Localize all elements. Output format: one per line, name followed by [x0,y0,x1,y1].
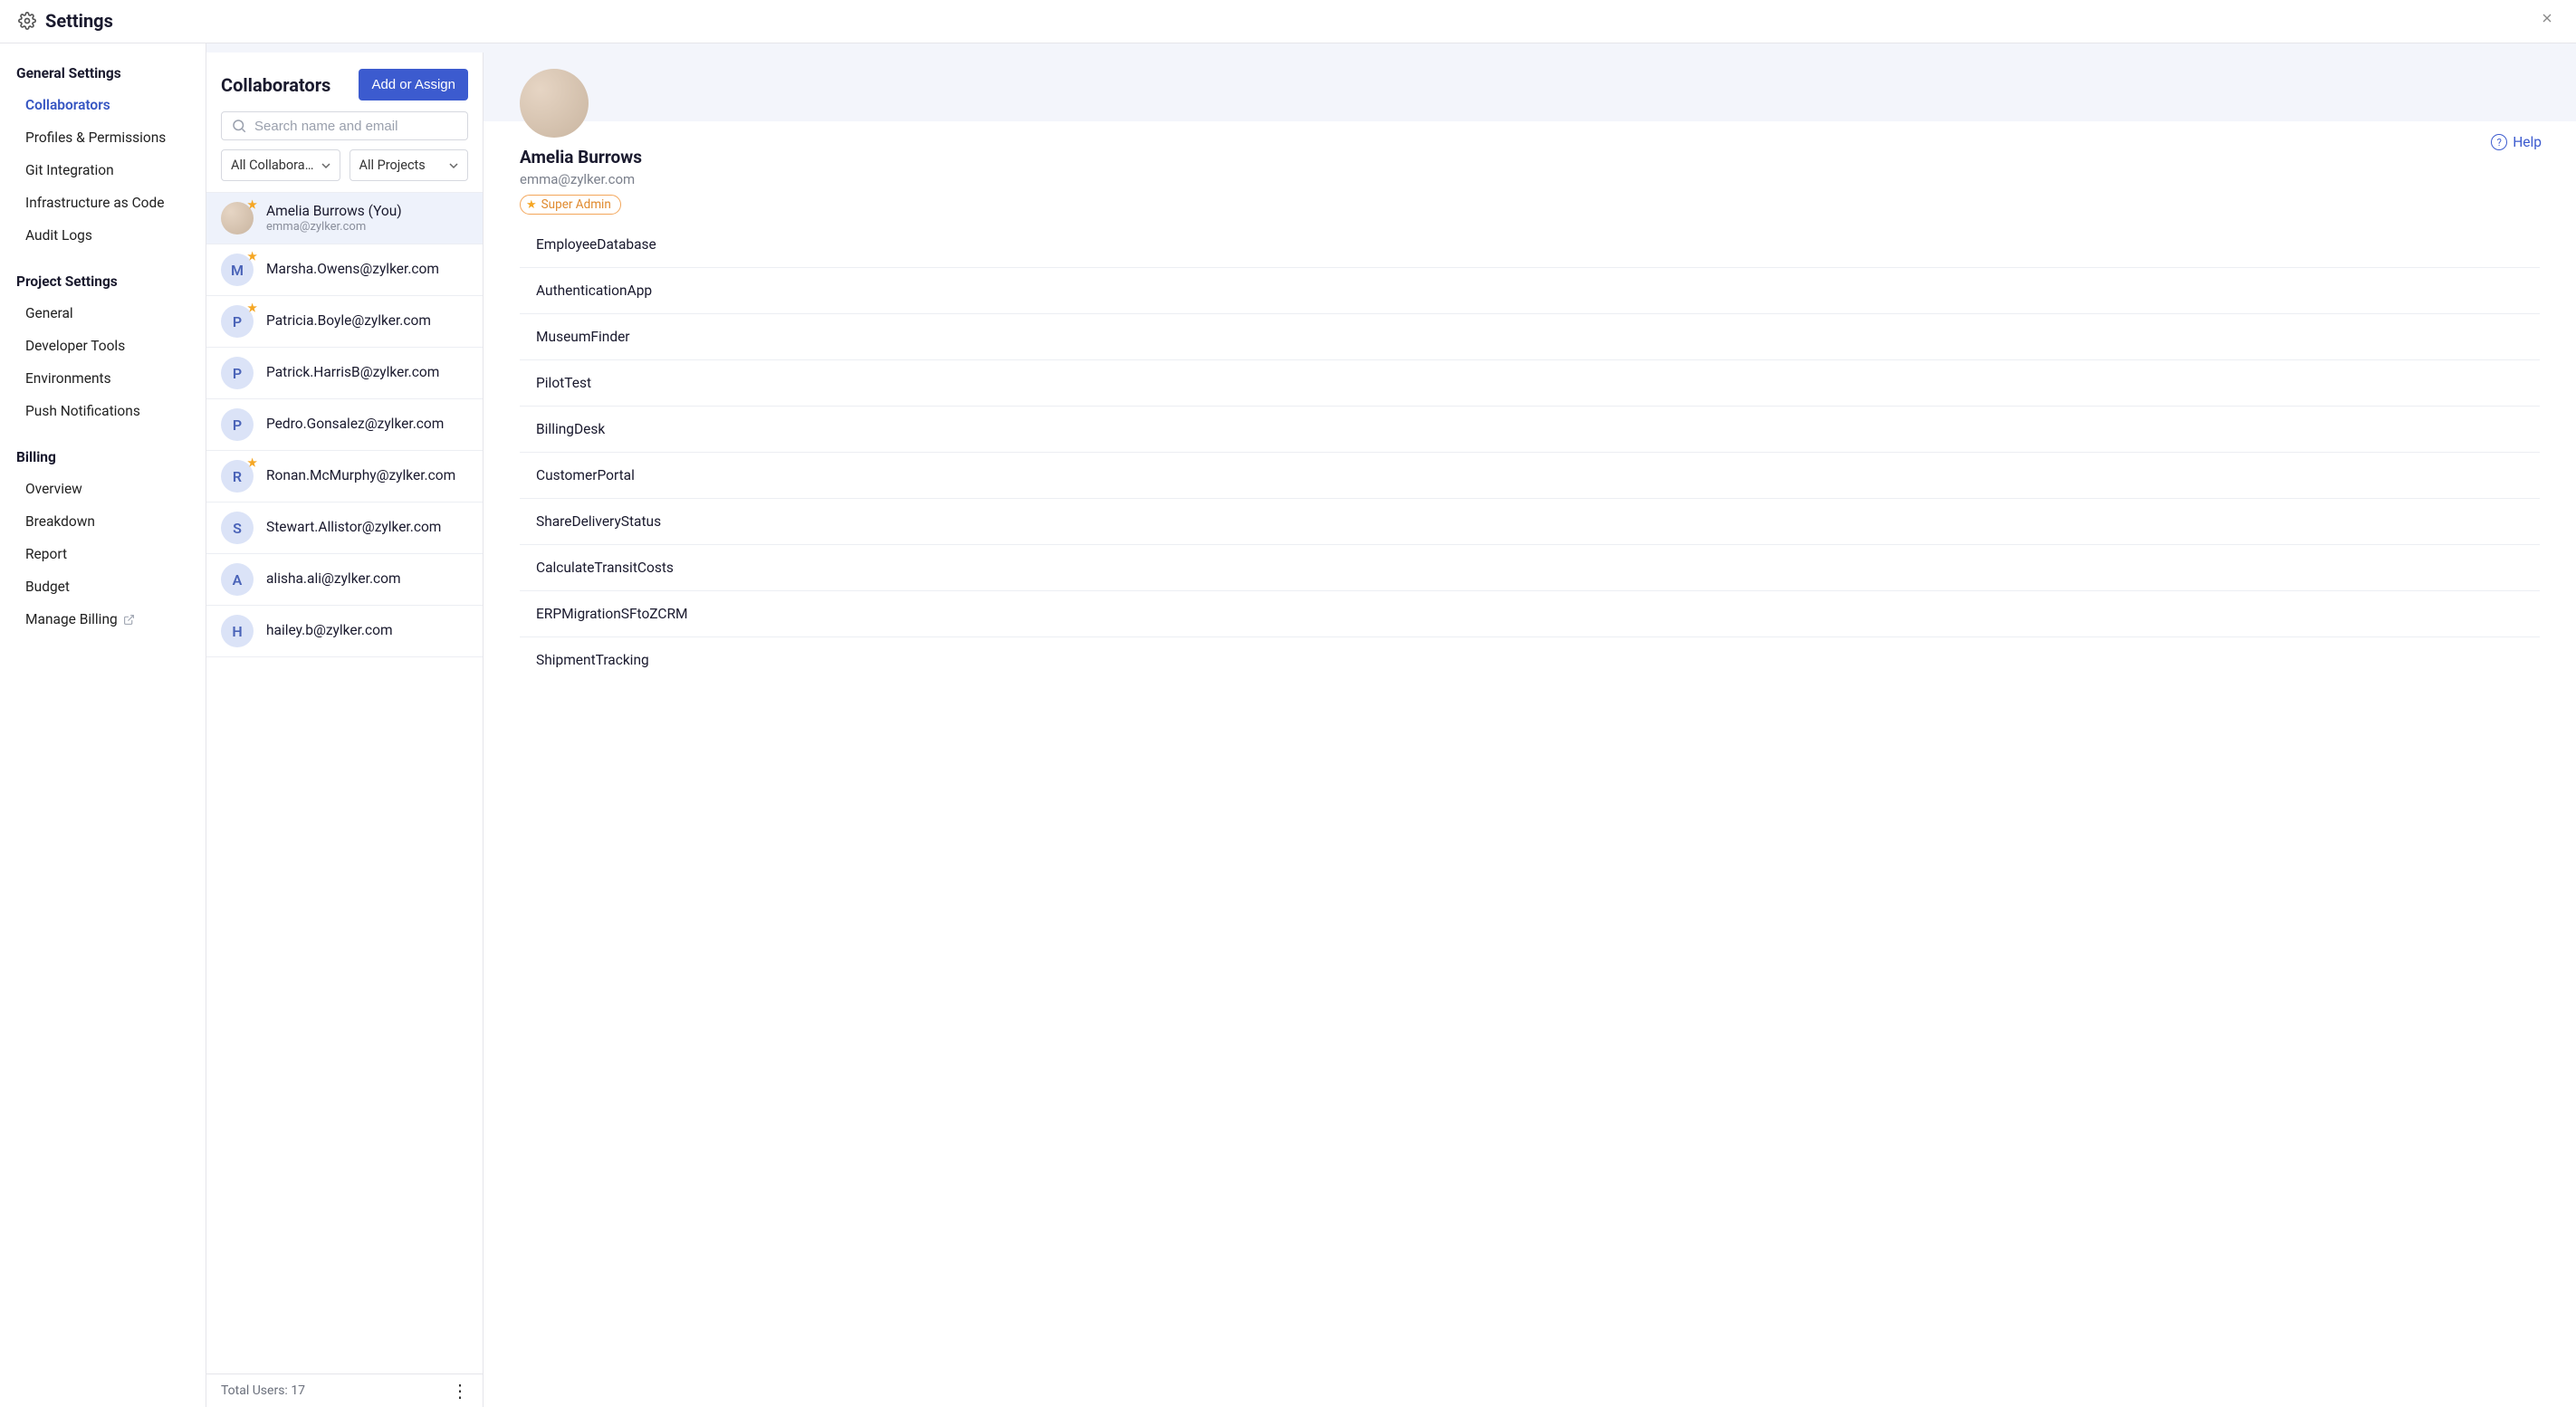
collaborator-row[interactable]: P★ Patricia.Boyle@zylker.com [206,296,483,348]
collaborators-title: Collaborators [221,74,330,96]
collaborator-name: hailey.b@zylker.com [266,622,393,639]
star-icon: ★ [247,198,257,211]
page-title: Settings [45,10,113,32]
project-item[interactable]: PilotTest [520,359,2540,406]
sidebar-section-label: General Settings [0,60,206,89]
detail-pane: Amelia Burrows emma@zylker.com ★ Super A… [484,43,2576,1407]
sidebar-item[interactable]: Collaborators [0,89,206,121]
sidebar-section-label: Project Settings [0,268,206,297]
list-more-button[interactable]: ⋮ [451,1387,468,1394]
collaborator-name: Patricia.Boyle@zylker.com [266,312,431,330]
project-item[interactable]: CalculateTransitCosts [520,544,2540,590]
star-icon: ★ [247,250,257,263]
search-icon [231,118,247,134]
project-item[interactable]: MuseumFinder [520,313,2540,359]
collaborator-name: Amelia Burrows (You) [266,203,402,220]
search-field[interactable] [221,111,468,140]
detail-user-name: Amelia Burrows [520,147,2540,168]
project-item[interactable]: ShareDeliveryStatus [520,498,2540,544]
collaborator-row[interactable]: ★ Amelia Burrows (You)emma@zylker.com [206,193,483,244]
sidebar-item[interactable]: Audit Logs [0,219,206,252]
collaborator-name: alisha.ali@zylker.com [266,570,401,588]
collaborator-name: Patrick.HarrisB@zylker.com [266,364,439,381]
avatar: P [221,408,254,441]
sidebar-item[interactable]: Manage Billing [0,603,206,636]
avatar: R★ [221,460,254,493]
search-input[interactable] [254,119,458,134]
collaborator-list: ★ Amelia Burrows (You)emma@zylker.com M★ Ma… [206,192,483,1374]
avatar: A [221,563,254,596]
collaborator-row[interactable]: P Pedro.Gonsalez@zylker.com [206,399,483,451]
external-link-icon [123,614,135,626]
filter-collaborators-dropdown[interactable]: All Collaborato… [221,149,340,181]
project-item[interactable]: AuthenticationApp [520,267,2540,313]
sidebar-item[interactable]: Environments [0,362,206,395]
collaborator-row[interactable]: Aalisha.ali@zylker.com [206,554,483,606]
collaborator-name: Pedro.Gonsalez@zylker.com [266,416,444,433]
total-users-label: Total Users: [221,1383,288,1398]
project-item[interactable]: EmployeeDatabase [520,222,2540,267]
sidebar-item[interactable]: Overview [0,473,206,505]
avatar: H [221,615,254,647]
project-item[interactable]: ERPMigrationSFtoZCRM [520,590,2540,636]
help-icon: ? [2491,134,2507,150]
sidebar-item[interactable]: Developer Tools [0,330,206,362]
star-icon: ★ [526,198,537,212]
collaborator-name: Ronan.McMurphy@zylker.com [266,467,455,484]
collaborator-row[interactable]: R★ Ronan.McMurphy@zylker.com [206,451,483,502]
star-icon: ★ [247,302,257,314]
avatar: P [221,357,254,389]
project-item[interactable]: ShipmentTracking [520,636,2540,683]
collaborator-name: Stewart.Allistor@zylker.com [266,519,441,536]
sidebar-item[interactable]: Git Integration [0,154,206,187]
role-label: Super Admin [541,197,611,212]
collaborators-panel: Collaborators Add or Assign All Collabor… [206,53,484,1407]
titlebar: Settings [0,0,2576,43]
avatar: P★ [221,305,254,338]
sidebar-item[interactable]: Infrastructure as Code [0,187,206,219]
help-link[interactable]: ? Help [2491,134,2542,150]
close-icon [2540,11,2554,25]
add-or-assign-button[interactable]: Add or Assign [359,69,468,100]
sidebar: General SettingsCollaboratorsProfiles & … [0,43,206,1407]
avatar: M★ [221,254,254,286]
sidebar-section-label: Billing [0,444,206,473]
close-button[interactable] [2533,7,2562,34]
detail-user-email: emma@zylker.com [520,171,2540,187]
sidebar-item[interactable]: Profiles & Permissions [0,121,206,154]
sidebar-item[interactable]: Push Notifications [0,395,206,427]
avatar: S [221,512,254,544]
sidebar-item[interactable]: Budget [0,570,206,603]
sidebar-item[interactable]: General [0,297,206,330]
project-item[interactable]: CustomerPortal [520,452,2540,498]
role-badge: ★ Super Admin [520,195,621,215]
star-icon: ★ [247,456,257,469]
filter-projects-dropdown[interactable]: All Projects [350,149,469,181]
collaborator-row[interactable]: S Stewart.Allistor@zylker.com [206,502,483,554]
avatar: ★ [221,202,254,234]
collaborator-row[interactable]: Hhailey.b@zylker.com [206,606,483,657]
collaborator-row[interactable]: P Patrick.HarrisB@zylker.com [206,348,483,399]
sidebar-item[interactable]: Report [0,538,206,570]
chevron-down-icon [449,161,458,170]
collaborator-name: Marsha.Owens@zylker.com [266,261,439,278]
total-users-count: 17 [291,1383,305,1398]
collaborator-row[interactable]: M★ Marsha.Owens@zylker.com [206,244,483,296]
gear-icon [18,12,36,30]
detail-header: Amelia Burrows emma@zylker.com ★ Super A… [484,43,2576,222]
sidebar-item[interactable]: Breakdown [0,505,206,538]
collaborator-email: emma@zylker.com [266,220,402,234]
avatar [520,69,589,138]
collaborator-list-footer: Total Users: 17 ⋮ [206,1374,483,1407]
project-item[interactable]: BillingDesk [520,406,2540,452]
project-list: EmployeeDatabaseAuthenticationAppMuseumF… [484,222,2576,1407]
chevron-down-icon [321,161,330,170]
